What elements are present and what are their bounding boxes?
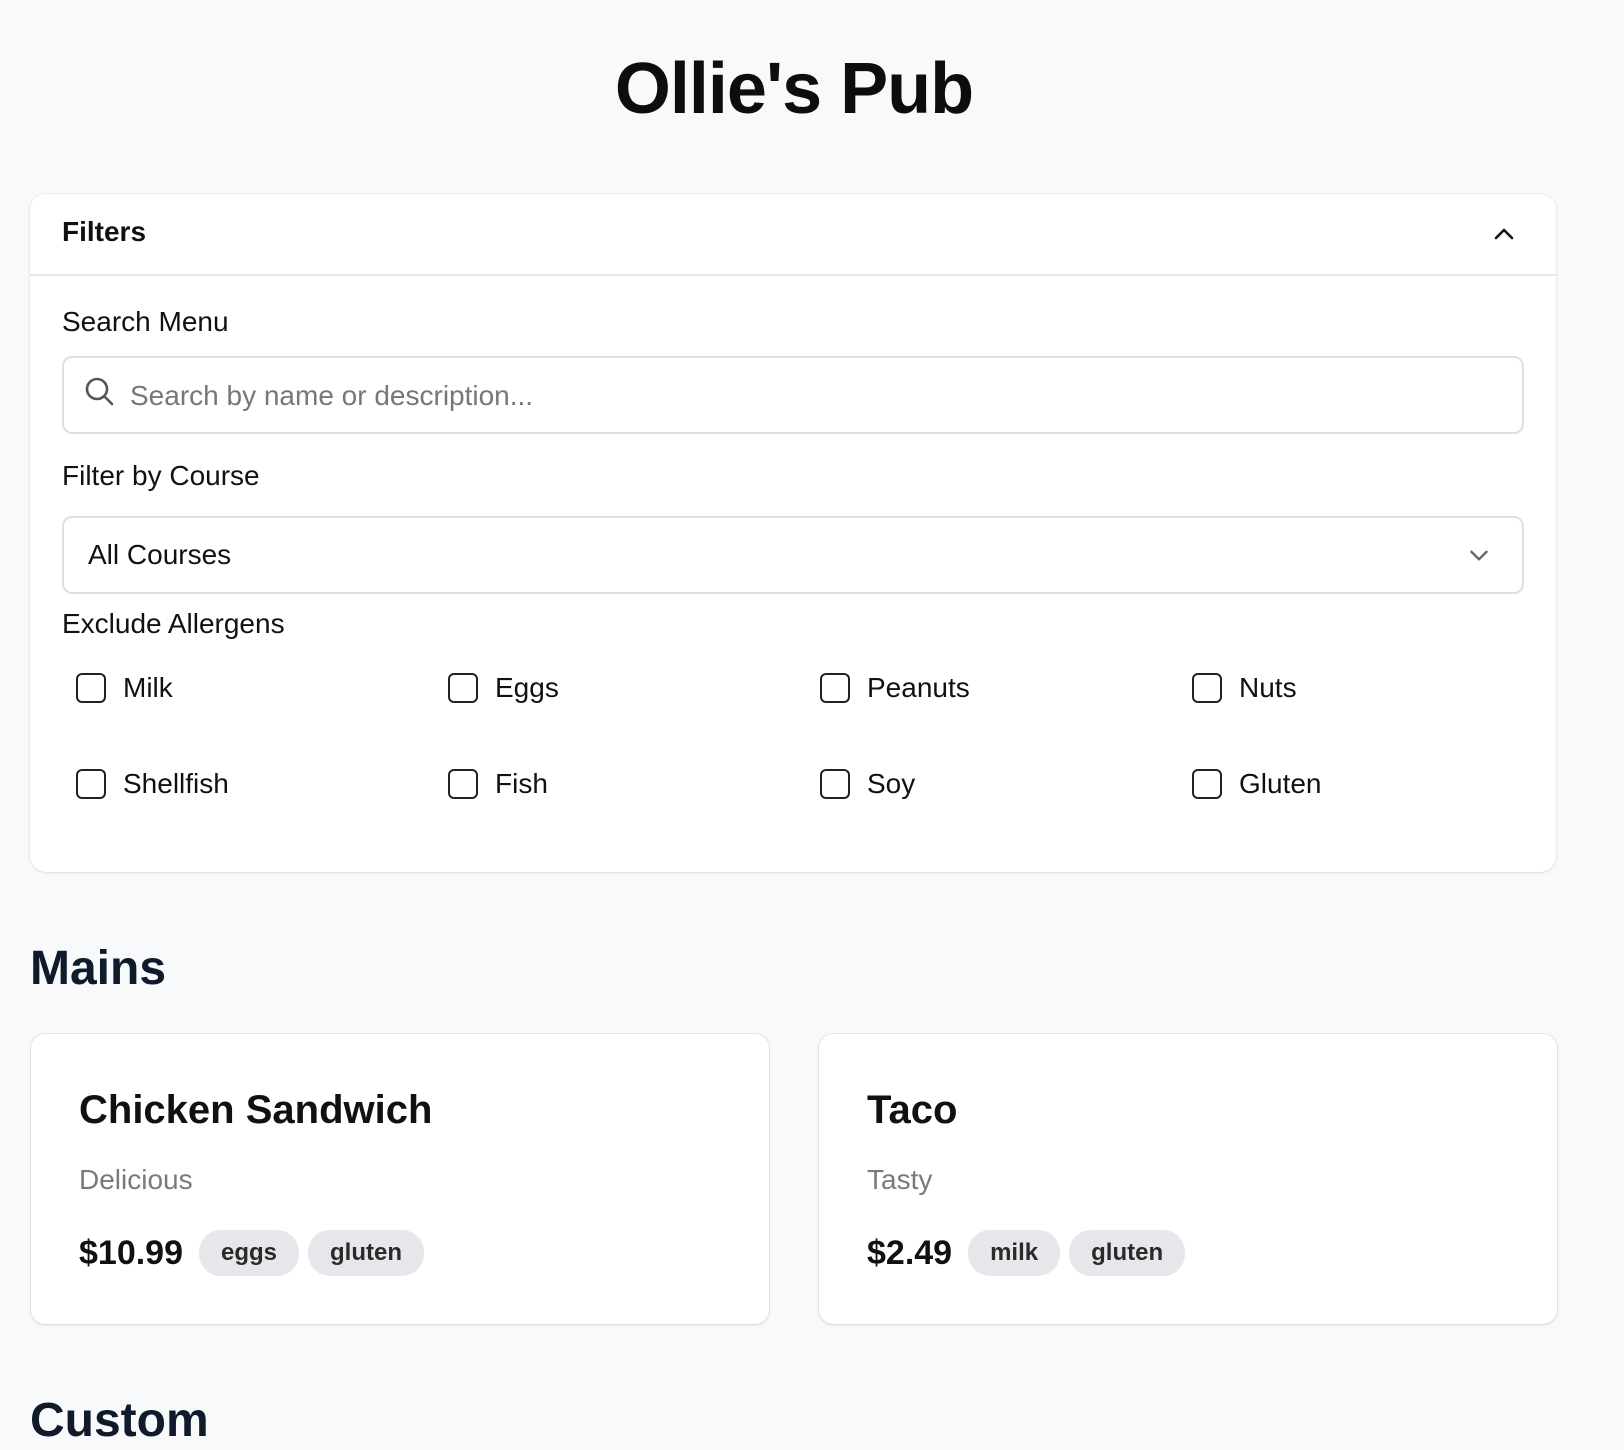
- allergen-nuts[interactable]: Nuts: [1192, 672, 1297, 704]
- checkbox[interactable]: [1192, 769, 1222, 799]
- filters-title: Filters: [62, 216, 147, 247]
- allergens-label: Exclude Allergens: [62, 608, 285, 639]
- course-label: Filter by Course: [62, 460, 260, 491]
- menu-item-footer: $10.99 eggs gluten: [79, 1230, 433, 1276]
- allergen-label: Peanuts: [867, 672, 970, 703]
- menu-item-price: $10.99: [79, 1233, 183, 1272]
- section-title-custom: Custom: [30, 1394, 209, 1447]
- menu-item-description: Delicious: [79, 1164, 193, 1195]
- menu-item-card[interactable]: Taco Tasty $2.49 milk gluten: [819, 1034, 1557, 1324]
- course-select-value: All Courses: [88, 539, 232, 570]
- allergen-label: Nuts: [1239, 672, 1297, 703]
- page-title: Ollie's Pub: [614, 49, 974, 129]
- checkbox[interactable]: [820, 769, 850, 799]
- checkbox[interactable]: [76, 769, 106, 799]
- allergen-soy[interactable]: Soy: [820, 768, 915, 800]
- checkbox[interactable]: [820, 673, 850, 703]
- allergen-label: Shellfish: [123, 768, 229, 799]
- menu-item-card[interactable]: Chicken Sandwich Delicious $10.99 eggs g…: [31, 1034, 769, 1324]
- menu-item-name: Taco: [867, 1088, 958, 1132]
- allergen-shellfish[interactable]: Shellfish: [76, 768, 229, 800]
- checkbox[interactable]: [1192, 673, 1222, 703]
- section-title-mains: Mains: [30, 942, 167, 995]
- allergen-tag: milk: [968, 1230, 1061, 1276]
- allergen-fish[interactable]: Fish: [448, 768, 548, 800]
- allergen-label: Fish: [495, 768, 548, 799]
- menu-item-description: Tasty: [867, 1164, 933, 1195]
- checkbox[interactable]: [448, 673, 478, 703]
- filters-panel: Filters Search Menu Filter by Course All…: [30, 194, 1556, 872]
- allergen-milk[interactable]: Milk: [76, 672, 173, 704]
- allergen-gluten[interactable]: Gluten: [1192, 768, 1322, 800]
- checkbox[interactable]: [76, 673, 106, 703]
- allergen-tag: gluten: [308, 1230, 425, 1276]
- allergen-label: Milk: [123, 672, 173, 703]
- search-field[interactable]: [62, 356, 1524, 434]
- chevron-up-icon[interactable]: [1486, 216, 1522, 252]
- menu-item-name: Chicken Sandwich: [79, 1088, 433, 1132]
- allergen-label: Soy: [867, 768, 916, 799]
- search-icon: [84, 376, 116, 408]
- course-select[interactable]: All Courses: [62, 516, 1524, 594]
- menu-item-footer: $2.49 milk gluten: [867, 1230, 1194, 1276]
- menu-item-price: $2.49: [867, 1233, 953, 1272]
- allergen-tag: gluten: [1069, 1230, 1186, 1276]
- allergen-tag: eggs: [199, 1230, 300, 1276]
- allergen-label: Gluten: [1239, 768, 1322, 799]
- allergen-eggs[interactable]: Eggs: [448, 672, 559, 704]
- allergen-label: Eggs: [495, 672, 559, 703]
- allergen-peanuts[interactable]: Peanuts: [820, 672, 970, 704]
- filters-header[interactable]: Filters: [30, 194, 1556, 276]
- search-label: Search Menu: [62, 306, 229, 337]
- chevron-down-icon: [1466, 542, 1492, 568]
- search-input[interactable]: [128, 358, 1512, 434]
- checkbox[interactable]: [448, 769, 478, 799]
